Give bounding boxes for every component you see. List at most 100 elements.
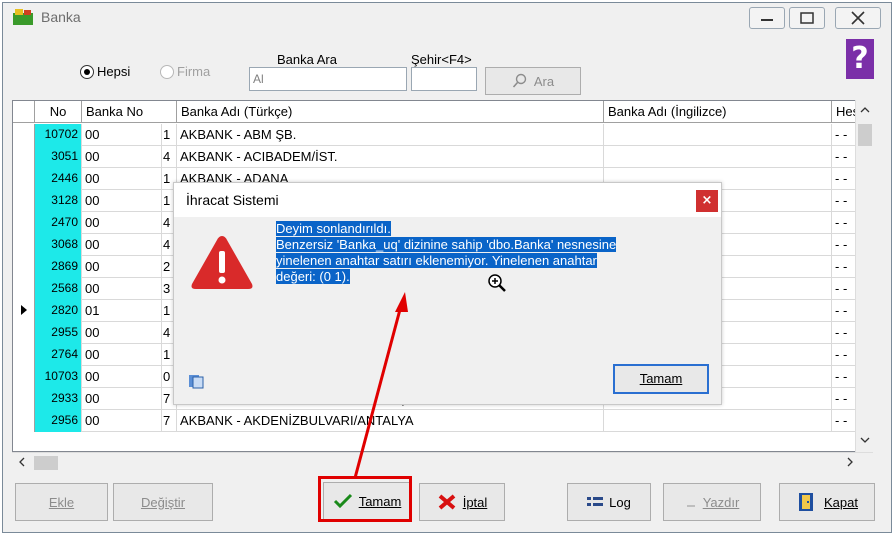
row-indicator[interactable]: [13, 344, 35, 366]
degistir-label: Değiştir: [140, 494, 186, 510]
header-bank-name-tr[interactable]: Banka Adı (Türkçe): [177, 101, 604, 123]
row-indicator[interactable]: [13, 146, 35, 168]
cell-bank-no[interactable]: 00: [82, 322, 162, 344]
cell-bank-no[interactable]: 00: [82, 256, 162, 278]
row-indicator[interactable]: [13, 278, 35, 300]
row-indicator[interactable]: [13, 366, 35, 388]
cell-bank-no-tail[interactable]: 1: [162, 124, 177, 146]
cell-bank-no[interactable]: 00: [82, 410, 162, 432]
radio-firma-dot[interactable]: [160, 64, 174, 79]
cell-bank-name-en[interactable]: [604, 124, 832, 146]
degistir-button[interactable]: Değiştir: [113, 483, 213, 521]
row-indicator[interactable]: [13, 300, 35, 322]
radio-hepsi[interactable]: Hepsi: [80, 64, 130, 79]
cell-no[interactable]: 2869: [35, 256, 82, 278]
row-indicator[interactable]: [13, 322, 35, 344]
window-close-button[interactable]: [835, 7, 881, 29]
ekle-button[interactable]: Ekle: [15, 483, 108, 521]
cell-bank-no[interactable]: 00: [82, 124, 162, 146]
header-bank-no[interactable]: Banka No: [82, 101, 177, 123]
radio-firma[interactable]: Firma: [160, 64, 210, 79]
cell-bank-no[interactable]: 00: [82, 344, 162, 366]
row-indicator[interactable]: [13, 256, 35, 278]
cell-bank-name-tr[interactable]: AKBANK - ACIBADEM/İST.: [177, 146, 604, 168]
table-row[interactable]: 3051 00 4 AKBANK - ACIBADEM/İST. - -: [13, 146, 863, 168]
cell-bank-name-en[interactable]: [604, 146, 832, 168]
cell-bank-no[interactable]: 00: [82, 366, 162, 388]
cell-no[interactable]: 3051: [35, 146, 82, 168]
cell-bank-name-tr[interactable]: AKBANK - AKDENİZBULVARI/ANTALYA: [177, 410, 604, 432]
cell-bank-no[interactable]: 00: [82, 168, 162, 190]
cell-bank-name-en[interactable]: [604, 410, 832, 432]
vertical-scroll-thumb[interactable]: [858, 124, 872, 146]
log-button[interactable]: Log: [567, 483, 651, 521]
cell-bank-no-tail[interactable]: 7: [162, 410, 177, 432]
title-bar: Banka: [3, 3, 891, 31]
grid-header: No Banka No Banka Adı (Türkçe) Banka Adı…: [13, 101, 863, 123]
scroll-down-icon[interactable]: [856, 430, 874, 450]
cell-no[interactable]: 2820: [35, 300, 82, 322]
scroll-right-icon[interactable]: [840, 453, 860, 473]
cell-no[interactable]: 2568: [35, 278, 82, 300]
cell-no[interactable]: 2470: [35, 212, 82, 234]
vertical-scrollbar[interactable]: [855, 100, 873, 452]
cell-bank-name-tr[interactable]: AKBANK - ABM ŞB.: [177, 124, 604, 146]
maximize-button[interactable]: [789, 7, 825, 29]
window-title: Banka: [41, 9, 81, 25]
table-row[interactable]: 2956 00 7 AKBANK - AKDENİZBULVARI/ANTALYA - …: [13, 410, 863, 432]
cell-no[interactable]: 2956: [35, 410, 82, 432]
scroll-up-icon[interactable]: [856, 100, 874, 120]
cell-no[interactable]: 2955: [35, 322, 82, 344]
bank-search-label: Banka Ara: [277, 52, 337, 67]
cell-bank-no-tail[interactable]: 4: [162, 146, 177, 168]
copy-icon[interactable]: [188, 373, 204, 389]
search-button[interactable]: Ara: [485, 67, 581, 95]
cell-bank-no[interactable]: 00: [82, 234, 162, 256]
cell-no[interactable]: 3068: [35, 234, 82, 256]
cell-bank-no[interactable]: 00: [82, 212, 162, 234]
annotation-highlight-box: [318, 476, 412, 522]
cell-no[interactable]: 3128: [35, 190, 82, 212]
help-icon[interactable]: ?: [846, 39, 874, 79]
row-indicator[interactable]: [13, 212, 35, 234]
cell-no[interactable]: 10702: [35, 124, 82, 146]
scroll-left-icon[interactable]: [12, 453, 32, 473]
cell-no[interactable]: 2446: [35, 168, 82, 190]
radio-hepsi-dot[interactable]: [80, 64, 94, 79]
minimize-button[interactable]: [749, 7, 785, 29]
cell-bank-no[interactable]: 00: [82, 190, 162, 212]
row-indicator[interactable]: [13, 234, 35, 256]
cell-bank-no[interactable]: 00: [82, 278, 162, 300]
dialog-close-icon[interactable]: ×: [696, 190, 718, 212]
header-bank-name-en[interactable]: Banka Adı (İngilizce): [604, 101, 832, 123]
row-indicator[interactable]: [13, 388, 35, 410]
cell-bank-no[interactable]: 01: [82, 300, 162, 322]
cell-no[interactable]: 2933: [35, 388, 82, 410]
ekle-label: Ekle: [48, 494, 75, 510]
cell-no[interactable]: 10703: [35, 366, 82, 388]
dialog-ok-button[interactable]: Tamam: [613, 364, 709, 394]
row-indicator[interactable]: [13, 190, 35, 212]
bank-search-input[interactable]: Al: [249, 67, 407, 91]
log-label: Log: [609, 494, 631, 510]
log-icon: [587, 497, 604, 506]
header-no[interactable]: No: [35, 101, 82, 123]
city-input[interactable]: [411, 67, 477, 91]
radio-hepsi-label: Hepsi: [97, 64, 131, 79]
table-row[interactable]: 10702 00 1 AKBANK - ABM ŞB. - -: [13, 124, 863, 146]
exit-door-icon: [799, 493, 813, 511]
cell-no[interactable]: 2764: [35, 344, 82, 366]
horizontal-scroll-thumb[interactable]: [34, 456, 58, 470]
iptal-button[interactable]: İptal: [419, 483, 505, 521]
row-indicator[interactable]: [13, 168, 35, 190]
yazdir-button[interactable]: Yazdır: [663, 483, 761, 521]
search-icon: [512, 73, 527, 88]
header-indicator: [13, 101, 35, 123]
cell-bank-no[interactable]: 00: [82, 388, 162, 410]
search-button-label: Ara: [533, 73, 555, 89]
row-indicator[interactable]: [13, 124, 35, 146]
horizontal-scrollbar[interactable]: [12, 452, 873, 472]
kapat-button[interactable]: Kapat: [779, 483, 875, 521]
row-indicator[interactable]: [13, 410, 35, 432]
cell-bank-no[interactable]: 00: [82, 146, 162, 168]
